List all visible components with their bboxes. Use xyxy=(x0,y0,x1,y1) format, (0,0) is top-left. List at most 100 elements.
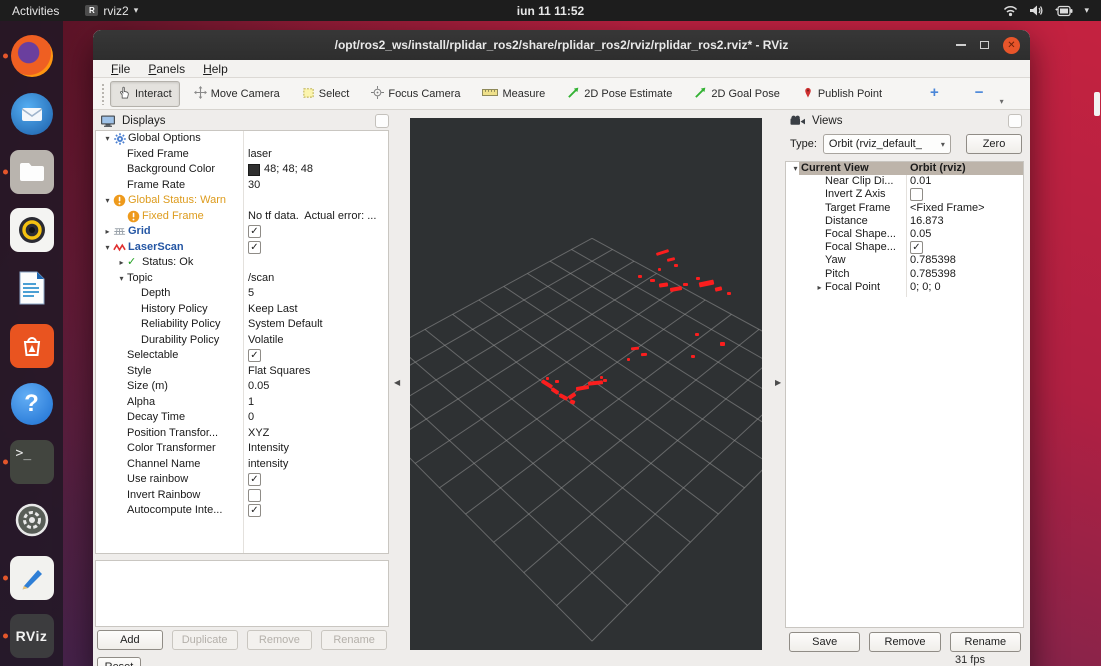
add-button[interactable]: Add xyxy=(97,630,163,650)
toolbar-focus-camera-button[interactable]: Focus Camera xyxy=(363,81,468,107)
dock-firefox-icon[interactable] xyxy=(0,27,63,85)
view-type-dropdown[interactable]: Orbit (rviz_default_ ▾ xyxy=(823,134,951,154)
collapse-right-arrow-icon[interactable]: ▶ xyxy=(775,378,781,387)
toolbar-publish-point-button[interactable]: Publish Point xyxy=(794,80,890,107)
displays-row-use-rainbow[interactable]: Use rainbow✓ xyxy=(96,472,388,488)
displays-row-invert-rainbow[interactable]: Invert Rainbow xyxy=(96,488,388,504)
displays-row-fixed-frame[interactable]: Fixed Framelaser xyxy=(96,147,388,163)
window-titlebar[interactable]: /opt/ros2_ws/install/rplidar_ros2/share/… xyxy=(93,30,1030,60)
render-viewport-3d[interactable] xyxy=(410,118,762,650)
displays-row-topic[interactable]: ▾Topic/scan xyxy=(96,271,388,287)
checkbox[interactable] xyxy=(248,489,261,502)
views-row-pitch[interactable]: Pitch0.785398 xyxy=(786,268,1023,281)
views-panel-header[interactable]: Views xyxy=(790,112,1022,130)
toolbar-overflow-icon[interactable]: ▾ xyxy=(1000,97,1004,109)
reset-button[interactable]: Reset xyxy=(97,657,141,666)
displays-row-selectable[interactable]: Selectable✓ xyxy=(96,348,388,364)
views-row-focal-shape-[interactable]: Focal Shape...✓ xyxy=(786,241,1023,254)
dock-libreoffice-writer-icon[interactable] xyxy=(0,259,63,317)
views-row-yaw[interactable]: Yaw0.785398 xyxy=(786,254,1023,267)
dock-settings-icon[interactable] xyxy=(0,491,63,549)
displays-row-reliability-policy[interactable]: Reliability PolicySystem Default xyxy=(96,317,388,333)
system-tray[interactable]: ▾ xyxy=(1003,4,1101,17)
duplicate-button[interactable]: Duplicate xyxy=(172,630,238,650)
menu-file[interactable]: File xyxy=(103,61,138,77)
displays-panel-checkbox[interactable] xyxy=(375,114,389,128)
views-row-invert-z-axis[interactable]: Invert Z Axis xyxy=(786,188,1023,201)
checkbox[interactable] xyxy=(910,188,923,201)
checkbox[interactable]: ✓ xyxy=(248,225,261,238)
rename-button[interactable]: Rename xyxy=(950,632,1021,652)
displays-row-style[interactable]: StyleFlat Squares xyxy=(96,364,388,380)
menu-help[interactable]: Help xyxy=(195,61,236,77)
expand-arrow-icon[interactable]: ▸ xyxy=(116,255,127,271)
checkbox[interactable]: ✓ xyxy=(248,504,261,517)
displays-row-channel-name[interactable]: Channel Nameintensity xyxy=(96,457,388,473)
expand-arrow-icon[interactable]: ▾ xyxy=(102,131,113,147)
close-button[interactable]: ✕ xyxy=(1003,37,1020,54)
dock-text-editor-icon[interactable] xyxy=(0,549,63,607)
toolbar-select-button[interactable]: Select xyxy=(294,81,358,107)
toolbar-handle[interactable] xyxy=(101,83,106,105)
expand-arrow-icon[interactable]: ▾ xyxy=(102,240,113,256)
displays-row-laserscan[interactable]: ▾LaserScan✓ xyxy=(96,240,388,256)
checkbox[interactable]: ✓ xyxy=(248,349,261,362)
displays-row-position-transfor-[interactable]: Position Transfor...XYZ xyxy=(96,426,388,442)
dock-thunderbird-icon[interactable] xyxy=(0,85,63,143)
expand-arrow-icon[interactable]: ▾ xyxy=(790,162,801,175)
displays-row-size-m-[interactable]: Size (m)0.05 xyxy=(96,379,388,395)
minimize-button[interactable] xyxy=(956,44,966,46)
toolbar-2d-goal-pose-button[interactable]: 2D Goal Pose xyxy=(686,81,787,107)
views-row-distance[interactable]: Distance16.873 xyxy=(786,215,1023,228)
toolbar-measure-button[interactable]: Measure xyxy=(474,82,553,106)
expand-arrow-icon[interactable]: ▾ xyxy=(116,271,127,287)
displays-row-durability-policy[interactable]: Durability PolicyVolatile xyxy=(96,333,388,349)
dock-help-icon[interactable]: ? xyxy=(0,375,63,433)
dock-ubuntu-software-icon[interactable] xyxy=(0,317,63,375)
views-row-current-view[interactable]: ▾Current ViewOrbit (rviz) xyxy=(786,162,1023,175)
expand-arrow-icon[interactable]: ▸ xyxy=(814,281,825,294)
displays-row-frame-rate[interactable]: Frame Rate30 xyxy=(96,178,388,194)
menu-panels[interactable]: Panels xyxy=(140,61,193,77)
toolbar-plus-button[interactable]: + xyxy=(922,83,947,105)
activities-button[interactable]: Activities xyxy=(12,4,59,18)
rename-button[interactable]: Rename xyxy=(321,630,387,650)
zero-button[interactable]: Zero xyxy=(966,134,1022,154)
save-button[interactable]: Save xyxy=(789,632,860,652)
toolbar-interact-button[interactable]: Interact xyxy=(110,81,180,107)
expand-arrow-icon[interactable]: ▸ xyxy=(102,224,113,240)
views-panel-checkbox[interactable] xyxy=(1008,114,1022,128)
app-menu[interactable]: R rviz2 ▾ xyxy=(85,4,138,18)
displays-row-alpha[interactable]: Alpha1 xyxy=(96,395,388,411)
dock-rhythmbox-icon[interactable] xyxy=(0,201,63,259)
displays-row-status-ok[interactable]: ▸✓Status: Ok xyxy=(96,255,388,271)
displays-row-depth[interactable]: Depth5 xyxy=(96,286,388,302)
displays-row-color-transformer[interactable]: Color TransformerIntensity xyxy=(96,441,388,457)
checkbox[interactable]: ✓ xyxy=(910,241,923,254)
maximize-button[interactable] xyxy=(980,41,989,49)
displays-panel-header[interactable]: Displays xyxy=(100,112,389,130)
views-row-target-frame[interactable]: Target Frame<Fixed Frame> xyxy=(786,202,1023,215)
dock-terminal-icon[interactable]: >_ xyxy=(0,433,63,491)
displays-row-global-options[interactable]: ▾Global Options xyxy=(96,131,388,147)
views-row-focal-point[interactable]: ▸Focal Point0; 0; 0 xyxy=(786,281,1023,294)
collapse-left-arrow-icon[interactable]: ◀ xyxy=(394,378,400,387)
remove-button[interactable]: Remove xyxy=(869,632,940,652)
displays-row-decay-time[interactable]: Decay Time0 xyxy=(96,410,388,426)
views-row-near-clip-di-[interactable]: Near Clip Di...0.01 xyxy=(786,175,1023,188)
dock-rviz-icon[interactable]: RViz xyxy=(0,607,63,665)
clock[interactable]: iun 11 11:52 xyxy=(0,4,1101,18)
displays-row-global-status-warn[interactable]: ▾Global Status: Warn xyxy=(96,193,388,209)
toolbar-move-camera-button[interactable]: Move Camera xyxy=(186,81,288,107)
displays-row-grid[interactable]: ▸Grid✓ xyxy=(96,224,388,240)
expand-arrow-icon[interactable]: ▾ xyxy=(102,193,113,209)
toolbar-minus-button[interactable]: − xyxy=(967,83,992,105)
displays-row-autocompute-inte-[interactable]: Autocompute Inte...✓ xyxy=(96,503,388,519)
views-row-focal-shape-[interactable]: Focal Shape...0.05 xyxy=(786,228,1023,241)
toolbar-2d-pose-estimate-button[interactable]: 2D Pose Estimate xyxy=(559,81,680,107)
checkbox[interactable]: ✓ xyxy=(248,241,261,254)
displays-row-background-color[interactable]: Background Color48; 48; 48 xyxy=(96,162,388,178)
displays-row-history-policy[interactable]: History PolicyKeep Last xyxy=(96,302,388,318)
remove-button[interactable]: Remove xyxy=(247,630,313,650)
checkbox[interactable]: ✓ xyxy=(248,473,261,486)
